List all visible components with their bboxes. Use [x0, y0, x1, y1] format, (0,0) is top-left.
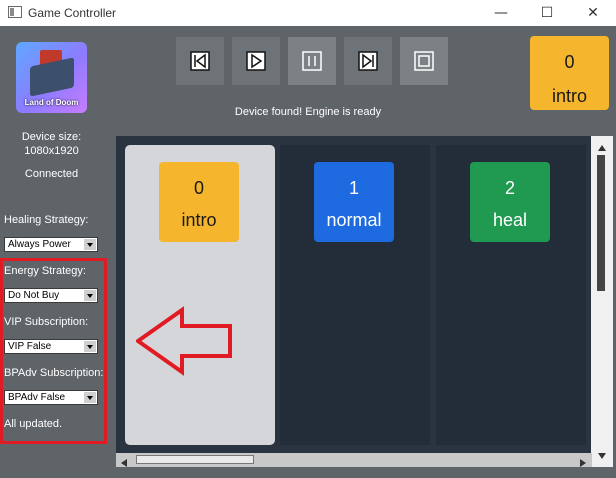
window-title: Game Controller [28, 6, 117, 20]
skip-to-end-button[interactable] [344, 37, 392, 85]
pause-button[interactable] [288, 37, 336, 85]
strategy-label: normal [326, 210, 382, 230]
strategy-column-intro[interactable]: 0 intro [125, 145, 275, 445]
vip-subscription-label: VIP Subscription: [4, 316, 89, 328]
strategy-board: 0 intro 1 normal 2 heal [116, 136, 613, 467]
chevron-down-icon [84, 239, 96, 250]
bpadv-subscription-select[interactable]: BPAdv False [4, 390, 98, 405]
current-strategy-badge: 0 intro [530, 36, 609, 110]
current-strategy-label: intro [551, 86, 587, 106]
engine-status-text: Device found! Engine is ready [234, 106, 382, 118]
scroll-right-icon[interactable] [578, 455, 588, 467]
minimize-button[interactable]: — [478, 0, 524, 26]
chevron-down-icon [84, 341, 96, 352]
main-window: Land of Doom Device found! Engine is rea… [0, 26, 616, 478]
horizontal-scroll-thumb[interactable] [136, 455, 254, 464]
strategy-number: 1 [348, 178, 359, 198]
stop-icon [414, 51, 434, 71]
energy-strategy-select[interactable]: Do Not Buy [4, 288, 98, 303]
strategy-tile[interactable]: 0 intro [159, 162, 239, 242]
close-button[interactable]: ✕ [570, 0, 616, 26]
healing-strategy-label: Healing Strategy: [4, 214, 89, 226]
update-status-text: All updated. [4, 418, 63, 430]
connection-status: Connected [24, 168, 79, 180]
energy-strategy-value: Do Not Buy [8, 290, 60, 301]
energy-strategy-label: Energy Strategy: [4, 265, 86, 277]
pause-icon [302, 51, 322, 71]
current-strategy-number: 0 [564, 52, 575, 72]
strategy-number: 0 [193, 178, 204, 198]
strategy-tile[interactable]: 1 normal [314, 162, 394, 242]
strategy-label: heal [492, 210, 528, 230]
device-size-label: Device size: [21, 131, 82, 143]
healing-strategy-select[interactable]: Always Power [4, 237, 98, 252]
vertical-scrollbar[interactable] [591, 136, 613, 467]
vip-subscription-value: VIP False [8, 341, 52, 352]
healing-strategy-value: Always Power [8, 239, 71, 250]
title-bar: Game Controller — ☐ ✕ [0, 0, 616, 26]
stop-button[interactable] [400, 37, 448, 85]
arrow-left-icon [136, 306, 232, 376]
bpadv-subscription-label: BPAdv Subscription: [4, 367, 104, 379]
horizontal-scrollbar[interactable] [116, 453, 592, 467]
play-icon [246, 51, 266, 71]
game-logo: Land of Doom [16, 42, 87, 113]
strategy-column-heal[interactable]: 2 heal [436, 145, 586, 445]
scroll-up-icon[interactable] [597, 140, 607, 151]
strategy-column-normal[interactable]: 1 normal [280, 145, 430, 445]
skip-back-icon [190, 51, 210, 71]
strategy-label: intro [181, 210, 217, 230]
app-window-icon [8, 6, 22, 18]
skip-forward-icon [358, 51, 378, 71]
chevron-down-icon [84, 290, 96, 301]
bpadv-subscription-value: BPAdv False [8, 392, 66, 403]
vertical-scroll-thumb[interactable] [597, 155, 605, 291]
play-button[interactable] [232, 37, 280, 85]
strategy-tile[interactable]: 2 heal [470, 162, 550, 242]
vip-subscription-select[interactable]: VIP False [4, 339, 98, 354]
maximize-button[interactable]: ☐ [524, 0, 570, 26]
chevron-down-icon [84, 392, 96, 403]
skip-to-start-button[interactable] [176, 37, 224, 85]
scroll-left-icon[interactable] [119, 455, 129, 467]
logo-tower-shape [30, 57, 74, 97]
scroll-down-icon[interactable] [597, 448, 607, 459]
strategy-number: 2 [504, 178, 515, 198]
device-size-value: 1080x1920 [24, 145, 79, 157]
